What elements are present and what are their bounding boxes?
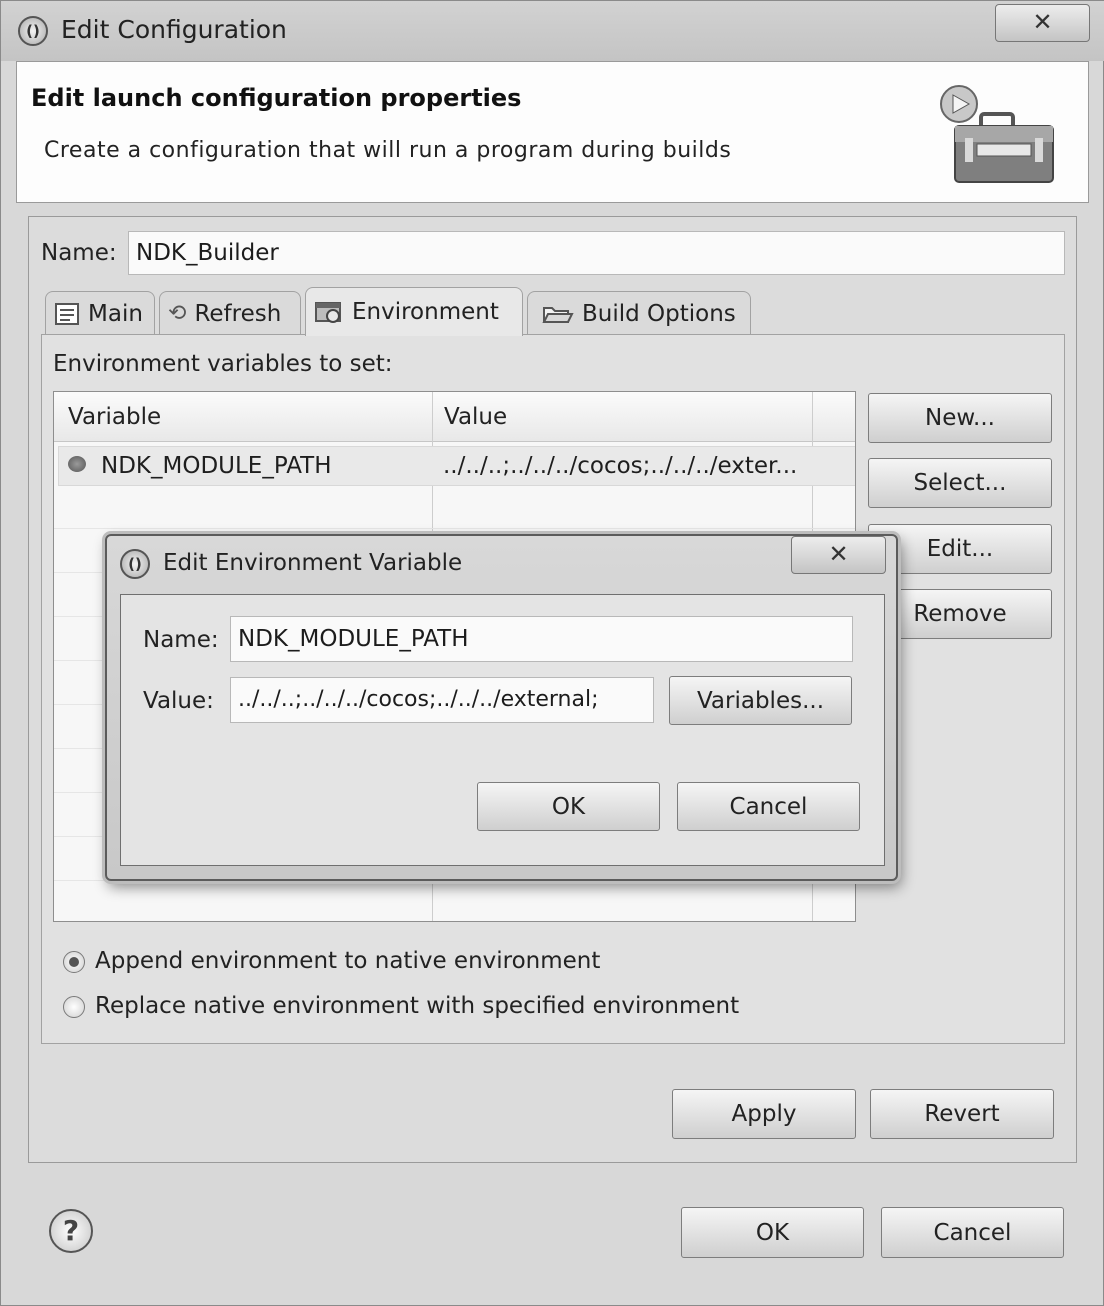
- environment-icon: [315, 302, 341, 323]
- tab-main[interactable]: Main: [45, 291, 155, 335]
- replace-environment-label[interactable]: Replace native environment with specifie…: [95, 993, 739, 1019]
- dialog-close-button[interactable]: ✕: [791, 536, 886, 574]
- grid-line: [54, 528, 855, 529]
- column-header-value[interactable]: Value: [444, 404, 507, 430]
- select-button[interactable]: Select...: [868, 458, 1052, 508]
- dialog-name-label: Name:: [143, 627, 219, 653]
- ok-button[interactable]: OK: [681, 1207, 864, 1258]
- tab-build-options[interactable]: Build Options: [527, 291, 751, 335]
- header-description: Create a configuration that will run a p…: [44, 138, 732, 163]
- variables-button[interactable]: Variables...: [669, 676, 852, 725]
- tab-strip: Main ⟲ Refresh Environment Build Options: [41, 287, 1065, 336]
- window-title: Edit Configuration: [61, 15, 287, 44]
- variable-value-input[interactable]: ../../..;../../../cocos;../../../externa…: [230, 677, 654, 723]
- dialog-value-label: Value:: [143, 688, 214, 714]
- revert-button[interactable]: Revert: [870, 1089, 1054, 1139]
- apply-button[interactable]: Apply: [672, 1089, 856, 1139]
- tab-environment[interactable]: Environment: [305, 287, 523, 336]
- toolbox-run-icon: [940, 85, 1054, 183]
- tab-environment-label: Environment: [352, 299, 499, 325]
- tab-refresh-label: Refresh: [194, 300, 282, 327]
- name-label: Name:: [41, 240, 117, 266]
- variable-name-input[interactable]: NDK_MODULE_PATH: [230, 616, 853, 662]
- tab-main-label: Main: [88, 300, 143, 327]
- dialog-app-icon: (): [120, 549, 150, 579]
- row-variable: NDK_MODULE_PATH: [101, 453, 332, 479]
- dialog-content: Name: NDK_MODULE_PATH Value: ../../..;..…: [120, 594, 885, 866]
- append-environment-radio[interactable]: [63, 951, 85, 973]
- folder-open-icon: [542, 306, 574, 323]
- main-tab-icon: [55, 302, 79, 325]
- table-header: Variable Value: [54, 392, 855, 442]
- help-icon[interactable]: ?: [49, 1209, 93, 1253]
- configuration-name-input[interactable]: NDK_Builder: [128, 231, 1065, 275]
- dialog-cancel-button[interactable]: Cancel: [677, 782, 860, 831]
- append-environment-label[interactable]: Append environment to native environment: [95, 948, 600, 974]
- title-bar: () Edit Configuration ✕: [1, 1, 1104, 61]
- dialog-title: Edit Environment Variable: [163, 550, 463, 576]
- environment-caption: Environment variables to set:: [53, 351, 393, 377]
- table-row[interactable]: NDK_MODULE_PATH ../../..;../../../cocos;…: [58, 446, 855, 486]
- row-value: ../../..;../../../cocos;../../../exter..…: [443, 453, 798, 479]
- variable-bullet-icon: [68, 456, 86, 472]
- replace-environment-radio[interactable]: [63, 996, 85, 1018]
- header-title: Edit launch configuration properties: [31, 84, 522, 112]
- tab-build-options-label: Build Options: [582, 300, 736, 327]
- dialog-ok-button[interactable]: OK: [477, 782, 660, 831]
- header-panel: Edit launch configuration properties Cre…: [16, 61, 1089, 203]
- app-icon: (): [18, 16, 48, 46]
- cancel-button[interactable]: Cancel: [881, 1207, 1064, 1258]
- tab-refresh[interactable]: ⟲ Refresh: [159, 291, 301, 335]
- close-window-button[interactable]: ✕: [995, 4, 1090, 42]
- edit-configuration-window: () Edit Configuration ✕ Edit launch conf…: [0, 0, 1104, 1306]
- column-header-variable[interactable]: Variable: [68, 404, 161, 430]
- refresh-icon: ⟲: [168, 301, 187, 326]
- edit-environment-variable-dialog: () Edit Environment Variable ✕ Name: NDK…: [105, 534, 898, 881]
- new-button[interactable]: New...: [868, 393, 1052, 443]
